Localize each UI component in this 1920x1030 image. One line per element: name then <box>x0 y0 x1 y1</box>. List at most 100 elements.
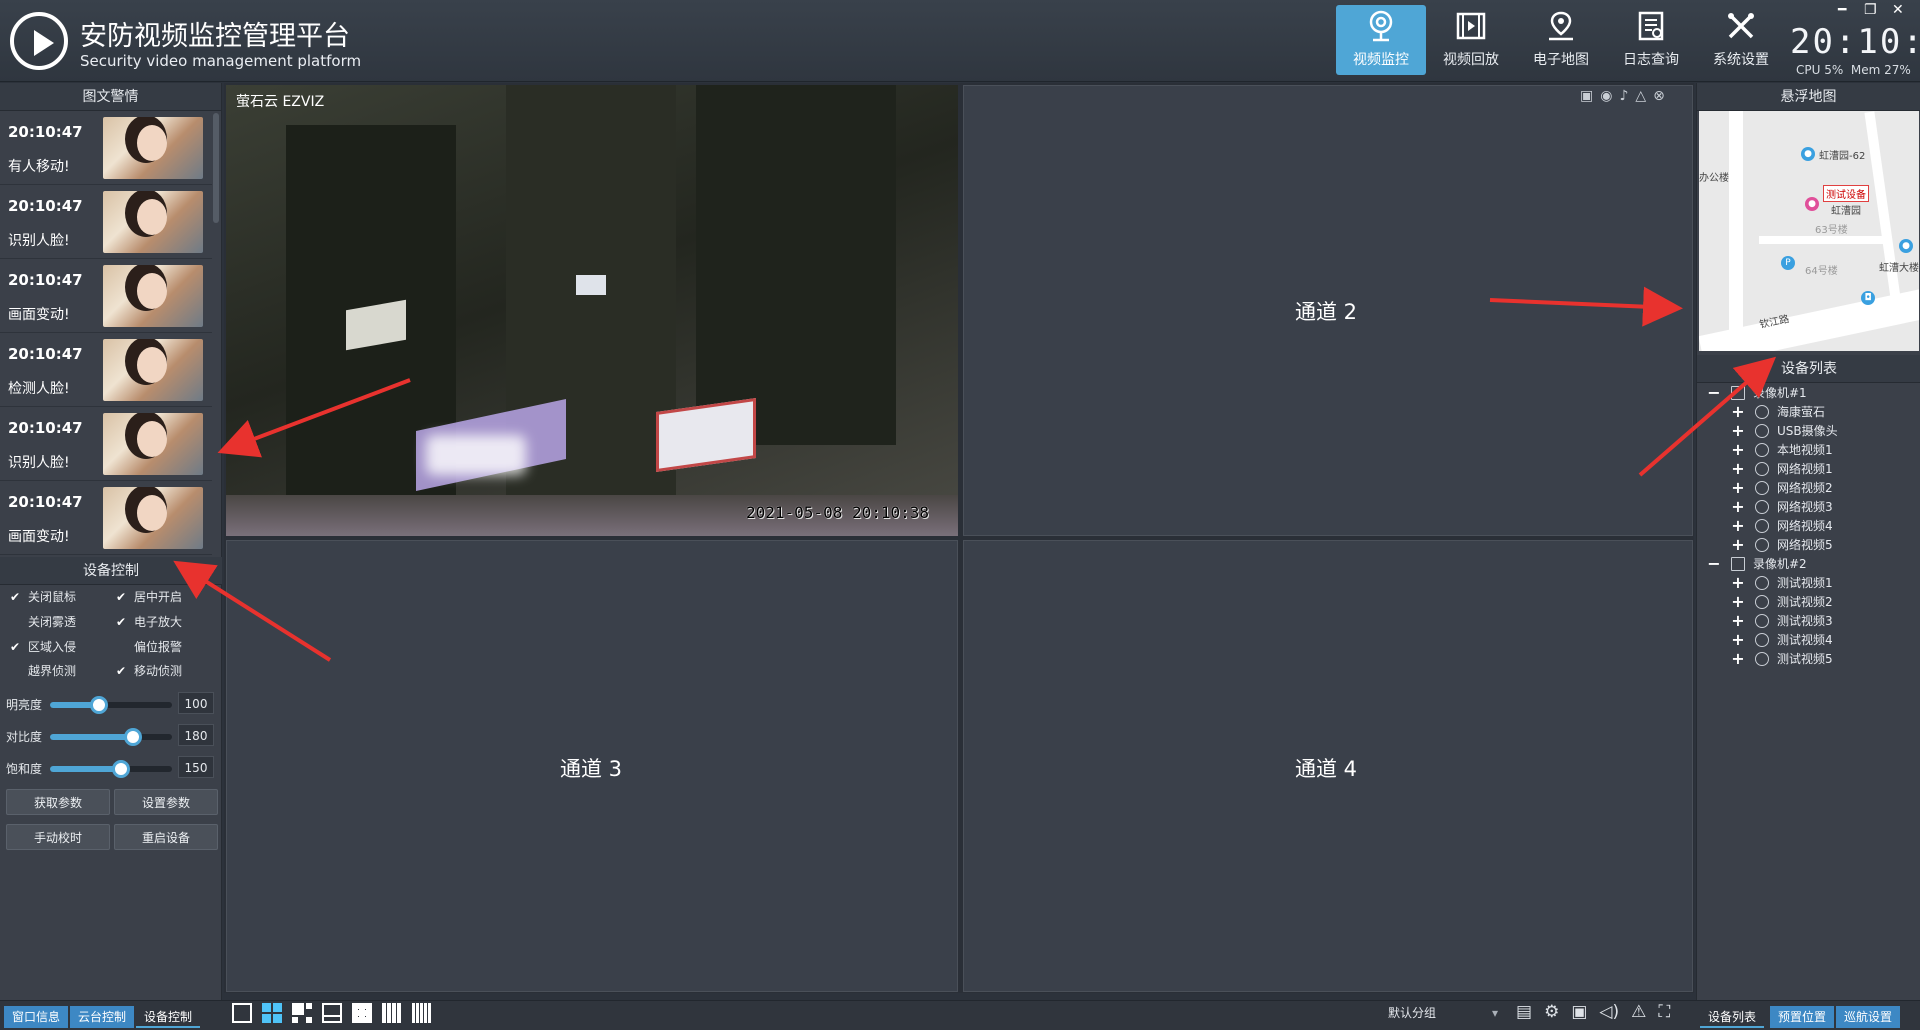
device-marker-icon[interactable]: ● <box>1805 197 1819 211</box>
expand-icon[interactable]: + <box>1731 497 1745 517</box>
floating-map[interactable]: ● 虹漕园-62 办公楼 ● 测试设备 虹漕园 63号楼 P 64号楼 虹漕大楼… <box>1699 111 1919 351</box>
check-digital-zoom[interactable]: ✔ 电子放大 <box>114 613 182 630</box>
reboot-button[interactable]: 重启设备 <box>114 824 218 850</box>
check-offset-alarm[interactable]: 偏位报警 <box>114 638 182 655</box>
expand-icon[interactable]: + <box>1731 592 1745 612</box>
nav-video-monitor[interactable]: 视频监控 <box>1336 5 1426 75</box>
expand-icon[interactable]: + <box>1731 440 1745 460</box>
channel-3-cell[interactable]: 通道 3 <box>226 540 958 992</box>
nav-system-settings[interactable]: 系统设置 <box>1696 5 1786 75</box>
check-center-on[interactable]: ✔ 居中开启 <box>114 588 182 605</box>
get-params-button[interactable]: 获取参数 <box>6 789 110 815</box>
alarm-item[interactable]: 20:10:47 画面变动! <box>0 259 212 333</box>
alarm-snapshot[interactable] <box>103 487 203 549</box>
close-icon[interactable]: ✕ <box>1892 2 1904 18</box>
tree-node-camera[interactable]: + 网络视频3 <box>1731 497 1832 517</box>
expand-icon[interactable]: + <box>1731 478 1745 498</box>
tab-device-control[interactable]: 设备控制 <box>136 1006 201 1028</box>
check-defog-off[interactable]: 关闭雾透 <box>8 613 76 630</box>
expand-icon[interactable]: + <box>1731 459 1745 479</box>
alarm-item[interactable]: 20:10:47 画面变动! <box>0 481 212 555</box>
layout-6-icon[interactable] <box>292 1003 312 1023</box>
tree-node-camera[interactable]: + 测试视频4 <box>1731 630 1832 650</box>
alarm-item[interactable]: 20:10:47 检测人脸! <box>0 333 212 407</box>
alarm-item[interactable]: 20:10:47 识别人脸! <box>0 185 212 259</box>
tree-node-camera[interactable]: + 本地视频1 <box>1731 440 1832 460</box>
slider-knob[interactable] <box>112 760 130 778</box>
tree-node-camera[interactable]: + 网络视频1 <box>1731 459 1832 479</box>
tree-node-nvr1[interactable]: − 录像机#1 <box>1707 383 1806 403</box>
screenshot-icon[interactable]: ▤ <box>1516 1002 1532 1022</box>
expand-icon[interactable]: + <box>1731 649 1745 669</box>
brightness-value[interactable]: 100 <box>178 692 214 714</box>
expand-icon[interactable]: + <box>1731 630 1745 650</box>
layout-1-icon[interactable] <box>232 1003 252 1023</box>
collapse-icon[interactable]: − <box>1707 383 1721 403</box>
tab-cruise-settings[interactable]: 巡航设置 <box>1836 1006 1901 1028</box>
saturation-slider[interactable] <box>50 760 172 778</box>
expand-icon[interactable]: + <box>1731 402 1745 422</box>
tree-node-camera[interactable]: + 测试视频5 <box>1731 649 1832 669</box>
tree-node-camera[interactable]: + 网络视频4 <box>1731 516 1832 536</box>
layout-25-icon[interactable] <box>412 1003 432 1023</box>
nav-video-playback[interactable]: 视频回放 <box>1426 5 1516 75</box>
tree-node-camera[interactable]: + 测试视频2 <box>1731 592 1832 612</box>
tree-node-camera[interactable]: + USB摄像头 <box>1731 421 1837 441</box>
tab-window-info[interactable]: 窗口信息 <box>4 1006 69 1028</box>
tree-node-camera[interactable]: + 网络视频5 <box>1731 535 1832 555</box>
map-device-label[interactable]: 测试设备 <box>1823 185 1869 202</box>
map-poi-icon[interactable]: ● <box>1801 147 1815 161</box>
check-line-crossing[interactable]: 越界侦测 <box>8 662 76 679</box>
restore-icon[interactable]: ❐ <box>1864 2 1877 18</box>
expand-icon[interactable]: + <box>1731 535 1745 555</box>
nav-e-map[interactable]: 电子地图 <box>1516 5 1606 75</box>
channel-2-cell[interactable]: 通道 2 <box>963 85 1693 536</box>
brightness-slider[interactable] <box>50 696 172 714</box>
alarm-snapshot[interactable] <box>103 265 203 327</box>
channel-1-video[interactable]: 萤石云 EZVIZ 2021-05-08 20:10:38 <box>226 85 958 536</box>
alarm-snapshot[interactable] <box>103 339 203 401</box>
nav-log-query[interactable]: 日志查询 <box>1606 5 1696 75</box>
expand-icon[interactable]: + <box>1731 516 1745 536</box>
record-icon[interactable]: ▣ <box>1571 1002 1587 1022</box>
collapse-icon[interactable]: − <box>1707 554 1721 574</box>
check-area-intrusion[interactable]: ✔ 区域入侵 <box>8 638 76 655</box>
channel-4-cell[interactable]: 通道 4 <box>963 540 1693 992</box>
check-disable-mouse[interactable]: ✔ 关闭鼠标 <box>8 588 76 605</box>
slider-knob[interactable] <box>124 728 142 746</box>
alarm-snapshot[interactable] <box>103 191 203 253</box>
alarm-item[interactable]: 20:10:47 有人移动! <box>0 111 212 185</box>
tree-node-camera[interactable]: + 测试视频1 <box>1731 573 1832 593</box>
layout-9-icon[interactable] <box>352 1003 372 1023</box>
expand-icon[interactable]: + <box>1731 573 1745 593</box>
tab-ptz-control[interactable]: 云台控制 <box>70 1006 135 1028</box>
minimize-icon[interactable]: ━ <box>1838 2 1846 18</box>
slider-knob[interactable] <box>90 696 108 714</box>
group-select[interactable]: 默认分组 <box>1380 1002 1504 1024</box>
layout-4-icon[interactable] <box>262 1003 282 1023</box>
alarm-scrollbar[interactable] <box>213 113 219 223</box>
tree-node-camera[interactable]: + 测试视频3 <box>1731 611 1832 631</box>
expand-icon[interactable]: + <box>1731 421 1745 441</box>
alarm-snapshot[interactable] <box>103 117 203 179</box>
set-params-button[interactable]: 设置参数 <box>114 789 218 815</box>
expand-icon[interactable]: + <box>1731 611 1745 631</box>
film-icon[interactable]: ▣ <box>1580 88 1593 104</box>
saturation-value[interactable]: 150 <box>178 756 214 778</box>
tree-node-camera[interactable]: + 网络视频2 <box>1731 478 1832 498</box>
volume-icon[interactable]: ◁) <box>1599 1002 1619 1022</box>
contrast-slider[interactable] <box>50 728 172 746</box>
layout-16-icon[interactable] <box>382 1003 402 1023</box>
tree-node-nvr2[interactable]: − 录像机#2 <box>1707 554 1806 574</box>
alarm-icon[interactable]: △ <box>1635 88 1646 104</box>
snapshot-icon[interactable]: ◉ <box>1600 88 1612 104</box>
tree-node-camera[interactable]: + 海康萤石 <box>1731 402 1825 422</box>
tab-preset-position[interactable]: 预置位置 <box>1770 1006 1835 1028</box>
layout-8-icon[interactable] <box>322 1003 342 1023</box>
alarm-item[interactable]: 20:10:47 识别人脸! <box>0 407 212 481</box>
check-motion-detect[interactable]: ✔ 移动侦测 <box>114 662 182 679</box>
settings-icon[interactable]: ⚙ <box>1544 1002 1559 1022</box>
audio-icon[interactable]: ♪ <box>1619 88 1628 104</box>
contrast-value[interactable]: 180 <box>178 724 214 746</box>
fullscreen-icon[interactable]: ⛶ <box>1658 1002 1670 1022</box>
